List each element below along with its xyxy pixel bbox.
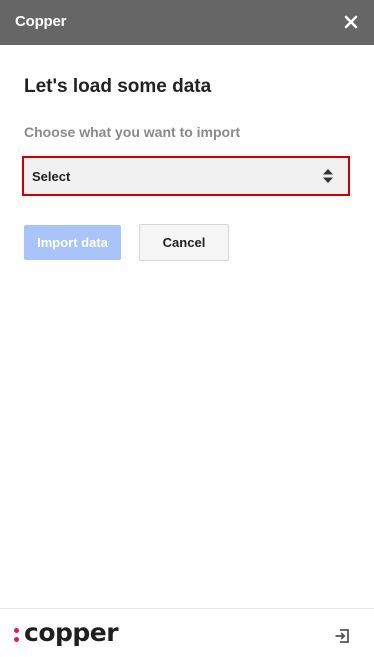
header-bar: Copper: [0, 0, 374, 45]
close-icon: [344, 15, 358, 29]
import-data-button[interactable]: Import data: [24, 225, 121, 260]
import-label: Choose what you want to import: [24, 124, 241, 140]
select-value: Select: [32, 169, 71, 184]
close-button[interactable]: [340, 11, 362, 33]
header-title: Copper: [15, 13, 67, 30]
cancel-button[interactable]: Cancel: [139, 224, 229, 261]
sort-arrows-icon: [323, 169, 333, 183]
sign-in-button[interactable]: [334, 628, 350, 644]
import-type-select[interactable]: Select: [22, 156, 350, 196]
page-title: Let's load some data: [24, 76, 212, 97]
copper-logo: copper: [14, 618, 119, 648]
copper-logo-dots: [14, 622, 22, 644]
sidebar-app: Copper Let's load some data Choose what …: [0, 0, 374, 657]
sign-in-icon: [335, 629, 349, 643]
logo-text: copper: [24, 618, 119, 647]
footer-divider: [0, 608, 374, 609]
